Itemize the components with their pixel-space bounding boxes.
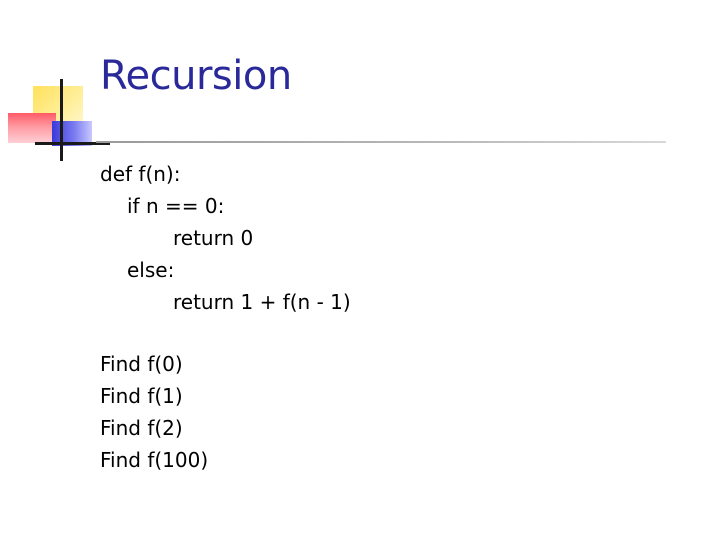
code-line: else:: [127, 258, 175, 282]
decorative-logo: [0, 0, 110, 170]
code-line: return 1 + f(n - 1): [173, 290, 351, 314]
task-item: Find f(1): [100, 384, 183, 408]
slide-title: Recursion: [100, 53, 292, 99]
task-item: Find f(2): [100, 416, 183, 440]
code-line: if n == 0:: [127, 194, 225, 218]
code-line: return 0: [173, 226, 254, 250]
code-line: def f(n):: [100, 162, 181, 186]
task-item: Find f(0): [100, 352, 183, 376]
slide-body: def f(n): if n == 0: return 0 else: retu…: [100, 158, 351, 476]
title-underline: [96, 141, 666, 143]
red-square: [8, 113, 56, 143]
slide: Recursion def f(n): if n == 0: return 0 …: [0, 0, 720, 540]
vertical-divider: [60, 79, 63, 161]
task-item: Find f(100): [100, 448, 209, 472]
